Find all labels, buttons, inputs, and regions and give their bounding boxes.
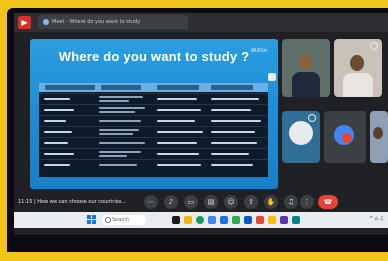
participant-video: [373, 127, 383, 139]
app-icon[interactable]: [280, 216, 288, 224]
slide-logo: BRITISH: [251, 48, 267, 53]
search-placeholder: Search: [112, 217, 130, 223]
slide-badge-icon: [268, 73, 276, 81]
participant-tile[interactable]: [282, 39, 330, 97]
participant-tile[interactable]: [370, 111, 388, 163]
store-icon[interactable]: [220, 216, 228, 224]
meeting-time-label: 11:15 | How we can choose our countries.…: [18, 199, 127, 205]
app-icon[interactable]: [232, 216, 240, 224]
volume-icon[interactable]: ♫: [284, 195, 298, 209]
tab-title: Meet - Where do you want to study: [52, 19, 141, 25]
table-header-cell: [101, 85, 141, 90]
windows-start-icon[interactable]: [87, 215, 97, 225]
tab-favicon-icon: [43, 19, 49, 25]
table-header: [39, 83, 268, 92]
end-call-button[interactable]: ☎: [318, 195, 338, 209]
more-icon[interactable]: ⋯: [144, 195, 158, 209]
file-explorer-icon[interactable]: [184, 216, 192, 224]
present-icon[interactable]: ⇧: [244, 195, 258, 209]
participant-tile[interactable]: [324, 111, 366, 163]
screen: ▶ Meet - Where do you want to study Wher…: [14, 13, 388, 235]
windows-taskbar: Search ^ ⌂ ♫: [14, 212, 388, 228]
task-view-icon[interactable]: [172, 216, 180, 224]
browser-top-bar: ▶ Meet - Where do you want to study: [14, 13, 388, 32]
taskbar-search[interactable]: Search: [102, 215, 146, 225]
monitor-lower-bezel: [7, 235, 388, 252]
edge-icon[interactable]: [208, 216, 216, 224]
slide-table: [39, 83, 268, 177]
system-tray[interactable]: ^ ⌂ ♫: [369, 216, 384, 222]
participant-video: [350, 55, 364, 71]
overflow-menu-icon[interactable]: ⋮: [300, 195, 314, 209]
participant-tile[interactable]: [282, 111, 320, 163]
table-header-cell: [157, 85, 199, 90]
app-icon[interactable]: [256, 216, 264, 224]
meeting-controls-bar: 11:15 | How we can choose our countries.…: [14, 192, 388, 212]
participant-video: [299, 55, 312, 70]
table-header-cell: [45, 85, 95, 90]
table-header-cell: [211, 85, 253, 90]
table-row: [39, 159, 268, 171]
meet-app-icon[interactable]: ▶: [18, 16, 31, 29]
app-icon[interactable]: [292, 216, 300, 224]
pin-icon[interactable]: [308, 114, 316, 122]
browser-tab[interactable]: Meet - Where do you want to study: [38, 15, 188, 29]
search-icon: [105, 217, 111, 223]
pin-icon[interactable]: [370, 42, 378, 50]
hand-icon[interactable]: ✋: [264, 195, 278, 209]
participant-avatar-badge: [342, 133, 352, 143]
slide-title: Where do you want to study ?: [58, 49, 250, 64]
emoji-icon[interactable]: ☺: [224, 195, 238, 209]
camera-icon[interactable]: ▭: [184, 195, 198, 209]
participant-tile[interactable]: [334, 39, 382, 97]
captions-icon[interactable]: ▤: [204, 195, 218, 209]
app-icon[interactable]: [268, 216, 276, 224]
participant-avatar: [289, 121, 313, 145]
mail-icon[interactable]: [244, 216, 252, 224]
mic-icon[interactable]: ♪: [164, 195, 178, 209]
chrome-icon[interactable]: [196, 216, 204, 224]
presented-slide: Where do you want to study ? BRITISH: [30, 39, 278, 189]
